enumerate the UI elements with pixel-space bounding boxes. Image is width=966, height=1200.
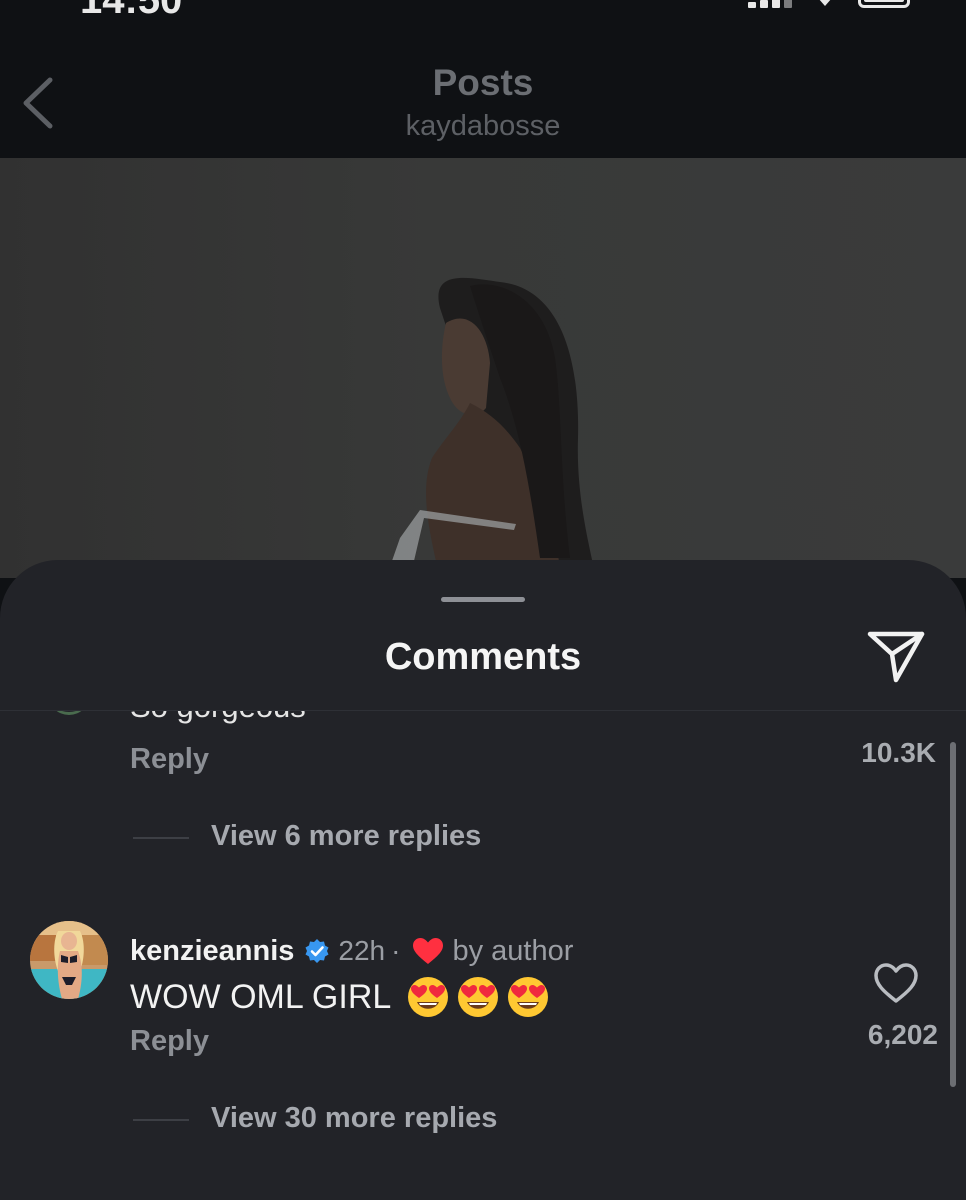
avatar[interactable] bbox=[48, 711, 90, 715]
comment-time: 22h bbox=[338, 935, 386, 966]
view-more-replies-button[interactable]: View 6 more replies bbox=[211, 820, 481, 853]
meta-separator: · bbox=[391, 935, 401, 966]
post-photo-illustration bbox=[386, 277, 596, 578]
reply-button[interactable]: Reply bbox=[130, 1025, 209, 1058]
battery-icon bbox=[858, 0, 910, 8]
app-header: 14:50 Posts kaydabosse bbox=[0, 0, 966, 158]
view-more-replies-button[interactable]: View 30 more replies bbox=[211, 1102, 497, 1135]
author-liked-heart-icon bbox=[413, 938, 444, 964]
replies-connector-line bbox=[133, 837, 189, 839]
comments-title: Comments bbox=[384, 636, 582, 678]
comment-header: kenzieannis 22h · by author bbox=[130, 933, 573, 969]
page-title: Posts bbox=[432, 62, 534, 103]
wifi-icon bbox=[818, 0, 832, 6]
sheet-drag-handle[interactable] bbox=[441, 597, 525, 602]
status-time: 14:50 bbox=[80, 0, 183, 22]
signal-icon bbox=[748, 0, 792, 8]
comment-text: So gorgeous bbox=[130, 711, 306, 725]
heart-eyes-emoji-icon bbox=[458, 977, 499, 1017]
share-button[interactable] bbox=[866, 628, 928, 686]
replies-connector-line bbox=[133, 1119, 189, 1121]
comment-body: WOW OML GIRL bbox=[130, 976, 549, 1018]
like-count: 10.3K bbox=[861, 737, 936, 768]
comment-username[interactable]: kenzieannis bbox=[130, 935, 294, 968]
like-count: 6,202 bbox=[867, 1019, 938, 1050]
like-button[interactable] bbox=[872, 961, 920, 1005]
avatar[interactable] bbox=[30, 921, 108, 999]
comments-sheet: Comments So gorgeous Reply 10.3K View 6 … bbox=[0, 560, 966, 1200]
heart-eyes-emoji-icon bbox=[408, 977, 449, 1017]
post-image[interactable] bbox=[0, 158, 966, 578]
author-badge: by author bbox=[452, 934, 574, 967]
profile-username[interactable]: kaydabosse bbox=[0, 110, 966, 143]
reply-button[interactable]: Reply bbox=[130, 743, 209, 776]
status-bar: 14:50 bbox=[0, 0, 966, 22]
heart-eyes-emoji-icon bbox=[508, 977, 549, 1017]
comment-text: WOW OML GIRL bbox=[130, 977, 392, 1016]
avatar-photo bbox=[30, 921, 108, 999]
verified-badge-icon bbox=[305, 939, 329, 963]
heart-outline-icon bbox=[874, 963, 918, 1003]
paper-plane-icon bbox=[867, 631, 925, 683]
scrollbar[interactable] bbox=[950, 742, 956, 1087]
comments-list[interactable]: So gorgeous Reply 10.3K View 6 more repl… bbox=[0, 711, 966, 1200]
